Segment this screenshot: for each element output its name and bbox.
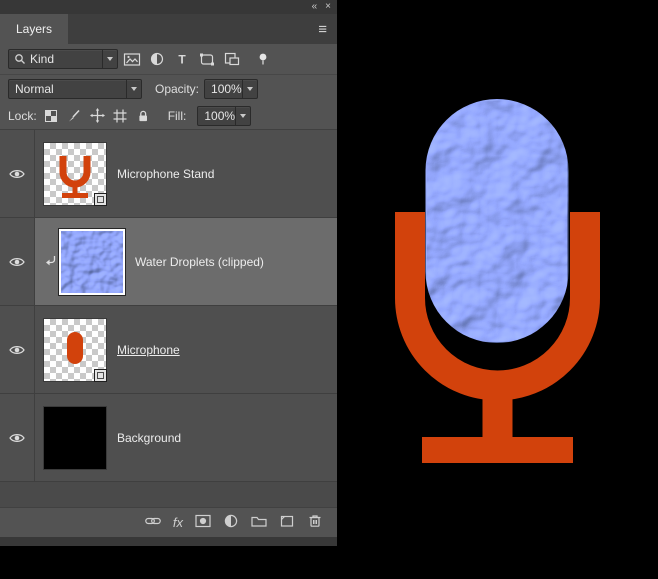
- new-group-button[interactable]: [251, 513, 267, 532]
- lock-position-button[interactable]: [89, 106, 106, 126]
- layer-name[interactable]: Water Droplets (clipped): [135, 255, 264, 269]
- lock-transparent-pixels-button[interactable]: [43, 106, 60, 126]
- filter-type-layers-button[interactable]: T: [171, 49, 193, 69]
- tab-layers[interactable]: Layers: [0, 14, 69, 44]
- panel-titlebar: « ×: [0, 0, 337, 14]
- half-circle-icon: [150, 52, 164, 66]
- chevron-down-icon: [247, 86, 254, 91]
- link-icon: [145, 517, 161, 525]
- chevron-down-icon: [240, 113, 247, 118]
- smart-object-badge-icon: [94, 192, 107, 206]
- visibility-toggle[interactable]: [0, 394, 35, 481]
- folder-icon: [251, 516, 267, 527]
- blend-mode-value: Normal: [15, 81, 54, 96]
- lock-row: Lock: Fill: 100%: [0, 102, 337, 129]
- layer-filter-row: Kind T: [0, 44, 337, 75]
- image-icon: [123, 52, 141, 66]
- artboard-icon: [113, 109, 127, 122]
- new-adjustment-layer-button[interactable]: [223, 513, 239, 532]
- smart-object-icon: [224, 52, 240, 66]
- filter-shape-layers-button[interactable]: [196, 49, 218, 69]
- lock-all-button[interactable]: [135, 106, 152, 126]
- filter-kind-label: Kind: [30, 52, 55, 66]
- eye-icon: [9, 433, 25, 442]
- layer-row-background[interactable]: Background: [0, 394, 337, 482]
- blend-mode-dropdown[interactable]: Normal: [8, 78, 142, 99]
- filter-kind-dropdown[interactable]: Kind: [8, 49, 118, 69]
- layer-thumbnail[interactable]: [58, 227, 126, 296]
- fill-label: Fill:: [167, 108, 187, 123]
- trash-icon: [309, 515, 321, 527]
- lock-artboard-button[interactable]: [112, 106, 129, 126]
- adjustment-icon: [224, 514, 238, 528]
- lock-image-pixels-button[interactable]: [66, 106, 83, 126]
- filter-toggle-switch[interactable]: [252, 49, 274, 69]
- toggle-pin-icon: [259, 53, 267, 64]
- visibility-toggle[interactable]: [0, 306, 35, 393]
- opacity-label: Opacity:: [155, 81, 200, 96]
- layer-thumbnail[interactable]: [43, 405, 107, 470]
- microphone-artwork: [395, 99, 600, 463]
- visibility-toggle[interactable]: [0, 218, 35, 305]
- fill-input[interactable]: 100%: [197, 105, 252, 126]
- delete-layer-button[interactable]: [307, 513, 323, 532]
- panel-menu-icon[interactable]: ≡: [308, 14, 337, 44]
- link-layers-button[interactable]: [145, 513, 161, 532]
- panel-bottom-edge: [0, 537, 337, 546]
- layer-thumbnail[interactable]: [43, 141, 107, 206]
- panel-tab-bar: Layers ≡: [0, 14, 337, 44]
- blend-row: Normal Opacity: 100%: [0, 75, 337, 102]
- close-panel-icon[interactable]: ×: [325, 0, 331, 14]
- layer-style-button[interactable]: fx: [173, 515, 183, 530]
- layers-panel: « × Layers ≡ Kind T Normal Opacity: 100%…: [0, 0, 337, 546]
- mask-icon: [195, 514, 211, 528]
- layer-list: Microphone Stand Water Droplets (clipped…: [0, 129, 337, 507]
- layer-name[interactable]: Microphone Stand: [117, 167, 214, 181]
- svg-text:T: T: [178, 53, 186, 67]
- layer-row-water-droplets[interactable]: Water Droplets (clipped): [0, 218, 337, 306]
- canvas[interactable]: [337, 0, 658, 579]
- filter-smart-objects-button[interactable]: [221, 49, 243, 69]
- eye-icon: [9, 169, 25, 178]
- clipping-mask-arrow-icon: [46, 256, 56, 266]
- layer-row-microphone[interactable]: Microphone: [0, 306, 337, 394]
- shape-icon: [200, 53, 214, 65]
- chevron-down-icon: [107, 57, 113, 61]
- eye-icon: [9, 345, 25, 354]
- opacity-input[interactable]: 100%: [204, 78, 259, 99]
- layer-name[interactable]: Microphone: [117, 343, 180, 357]
- type-icon: T: [178, 53, 186, 67]
- new-layer-icon: [280, 515, 294, 527]
- filter-adjustment-layers-button[interactable]: [146, 49, 168, 69]
- layer-row-microphone-stand[interactable]: Microphone Stand: [0, 130, 337, 218]
- visibility-toggle[interactable]: [0, 130, 35, 217]
- new-layer-button[interactable]: [279, 513, 295, 532]
- move-icon: [89, 108, 105, 123]
- eye-icon: [9, 257, 25, 266]
- padlock-icon: [139, 110, 148, 121]
- layer-thumbnail[interactable]: [43, 317, 107, 382]
- water-droplets-texture: [425, 99, 569, 343]
- add-layer-mask-button[interactable]: [195, 513, 211, 532]
- search-icon: [15, 54, 25, 64]
- layer-name[interactable]: Background: [117, 431, 181, 445]
- smart-object-badge-icon: [94, 368, 107, 382]
- microphone-stand-base: [422, 437, 573, 463]
- brush-icon: [69, 109, 80, 121]
- microphone-stand-stem: [482, 382, 513, 440]
- panel-footer: fx: [0, 507, 337, 537]
- opacity-value: 100%: [211, 81, 242, 96]
- filter-pixel-layers-button[interactable]: [121, 49, 143, 69]
- collapse-panel-icon[interactable]: «: [312, 0, 318, 14]
- lock-label: Lock:: [8, 108, 37, 123]
- chevron-down-icon: [131, 86, 137, 91]
- checkerboard-icon: [45, 109, 58, 122]
- water-droplets-thumbnail-art: [61, 230, 123, 293]
- fill-value: 100%: [204, 108, 236, 123]
